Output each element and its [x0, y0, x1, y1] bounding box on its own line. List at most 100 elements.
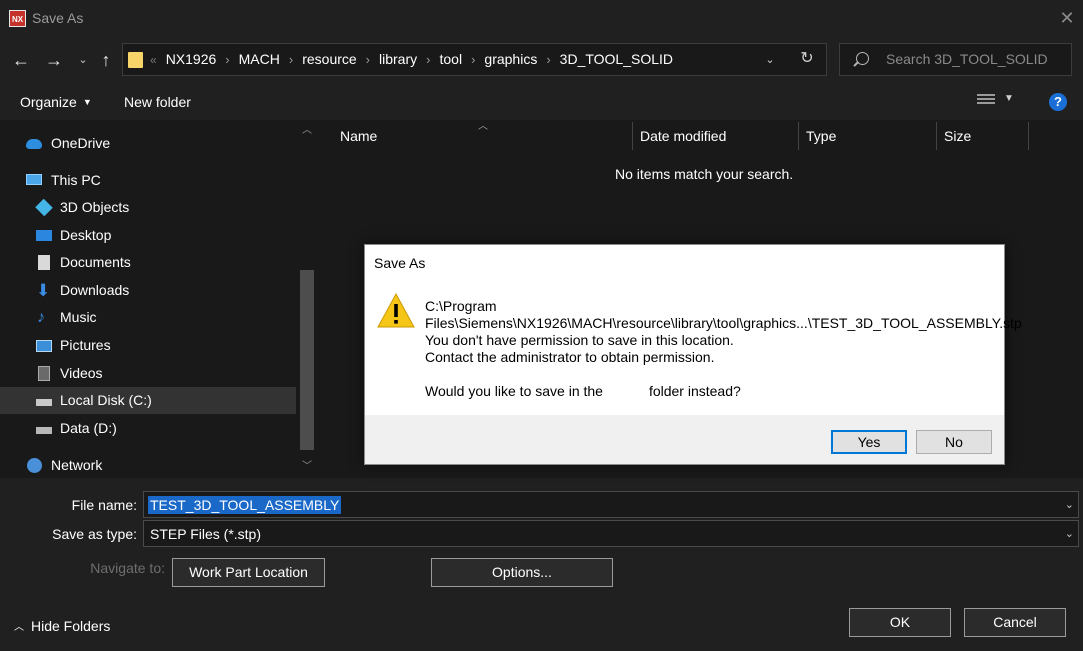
search-input[interactable]: Search 3D_TOOL_SOLID — [839, 43, 1072, 76]
breadcrumb-item[interactable]: library — [379, 51, 417, 67]
ok-button[interactable]: OK — [849, 608, 951, 637]
file-name-field[interactable]: TEST_3D_TOOL_ASSEMBLY ⌄ — [143, 491, 1079, 518]
cube-icon — [35, 198, 53, 217]
sidebar-item-local-disk-c[interactable]: Local Disk (C:) — [0, 387, 296, 414]
column-header-date-modified[interactable]: Date modified — [640, 126, 726, 146]
scroll-down-chevron-icon[interactable]: ﹀ — [300, 460, 314, 474]
disk-drive-icon — [36, 399, 52, 406]
breadcrumb-overflow-icon[interactable]: « — [150, 53, 157, 67]
dialog-footer: Yes No — [365, 415, 1004, 464]
chevron-down-icon[interactable]: ⌄ — [1065, 496, 1074, 514]
save-options-panel: File name: TEST_3D_TOOL_ASSEMBLY ⌄ Save … — [0, 478, 1083, 651]
column-header-name[interactable]: Name — [340, 126, 377, 146]
address-dropdown-chevron-icon[interactable]: ⌄ — [761, 48, 779, 72]
sidebar-item-this-pc[interactable]: This PC — [0, 167, 296, 194]
yes-button[interactable]: Yes — [831, 430, 907, 454]
sidebar-item-label: Desktop — [60, 227, 112, 243]
forward-arrow-icon[interactable]: → — [43, 48, 65, 72]
nx-app-icon: NX — [9, 10, 26, 27]
breadcrumb-item[interactable]: 3D_TOOL_SOLID — [560, 51, 673, 67]
sidebar-item-pictures[interactable]: Pictures — [0, 332, 296, 359]
folder-icon — [128, 52, 143, 68]
file-name-label: File name: — [71, 497, 137, 513]
column-divider[interactable] — [1028, 122, 1029, 150]
column-divider[interactable] — [936, 122, 937, 150]
up-arrow-icon[interactable]: ↑ — [95, 48, 117, 72]
question-line: Would you like to save in the folder inst… — [425, 383, 1000, 400]
cancel-button[interactable]: Cancel — [964, 608, 1066, 637]
document-icon — [38, 255, 50, 270]
sort-ascending-icon: ︿ — [478, 121, 488, 132]
scroll-up-chevron-icon[interactable]: ︿ — [300, 124, 314, 138]
breadcrumb-item[interactable]: tool — [439, 51, 462, 67]
sidebar-item-label: Music — [60, 309, 97, 325]
question-part: folder instead? — [648, 383, 741, 399]
desktop-icon — [36, 230, 52, 241]
sidebar-item-label: Network — [51, 457, 103, 473]
cloud-icon — [26, 139, 42, 149]
chevron-up-icon: ︿ — [14, 622, 24, 633]
breadcrumb-item[interactable]: NX1926 — [166, 51, 217, 67]
sidebar-scrollbar[interactable]: ︿ ﹀ — [297, 120, 318, 478]
path-line: C:\Program — [425, 298, 497, 314]
save-as-type-select[interactable]: STEP Files (*.stp) ⌄ — [143, 520, 1079, 547]
chevron-right-icon[interactable]: › — [225, 52, 229, 67]
close-icon[interactable]: ✕ — [1057, 7, 1077, 29]
help-icon[interactable]: ? — [1049, 93, 1067, 111]
breadcrumb-item[interactable]: graphics — [484, 51, 537, 67]
save-as-type-label: Save as type: — [52, 526, 137, 542]
new-folder-button[interactable]: New folder — [124, 92, 191, 112]
scrollbar-thumb[interactable] — [300, 270, 314, 450]
sidebar-item-videos[interactable]: Videos — [0, 360, 296, 387]
search-icon — [856, 52, 869, 65]
no-button[interactable]: No — [916, 430, 992, 454]
chevron-right-icon[interactable]: › — [366, 52, 370, 67]
column-divider[interactable] — [798, 122, 799, 150]
breadcrumb-item[interactable]: resource — [302, 51, 356, 67]
organize-label: Organize — [20, 94, 77, 110]
title-bar: NX Save As ✕ — [0, 0, 1083, 38]
back-arrow-icon[interactable]: ← — [10, 48, 32, 72]
column-divider[interactable] — [632, 122, 633, 150]
column-header-type[interactable]: Type — [806, 126, 836, 146]
path-line: Files\Siemens\NX1926\MACH\resource\libra… — [425, 315, 1022, 331]
empty-folder-message: No items match your search. — [615, 166, 794, 182]
chevron-right-icon[interactable]: › — [546, 52, 550, 67]
sidebar-item-3d-objects[interactable]: 3D Objects — [0, 194, 296, 221]
sidebar-item-label: Documents — [60, 254, 131, 270]
network-icon — [27, 458, 42, 473]
sidebar-item-documents[interactable]: Documents — [0, 249, 296, 276]
sidebar-item-desktop[interactable]: Desktop — [0, 222, 296, 249]
column-header-size[interactable]: Size — [944, 126, 971, 146]
sidebar-item-onedrive[interactable]: OneDrive — [0, 130, 296, 157]
navigate-to-label: Navigate to: — [90, 560, 165, 576]
sidebar-item-label: Downloads — [60, 282, 130, 298]
chevron-right-icon[interactable]: › — [426, 52, 430, 67]
sidebar-item-network[interactable]: Network — [0, 452, 296, 479]
chevron-down-icon[interactable]: ⌄ — [1065, 525, 1074, 543]
options-button[interactable]: Options... — [431, 558, 613, 587]
sidebar-item-data-d[interactable]: Data (D:) — [0, 415, 296, 442]
search-placeholder: Search 3D_TOOL_SOLID — [886, 51, 1048, 67]
save-as-type-value: STEP Files (*.stp) — [150, 526, 261, 542]
chevron-right-icon[interactable]: › — [471, 52, 475, 67]
computer-icon — [26, 174, 42, 185]
sidebar-item-music[interactable]: ♪ Music — [0, 304, 296, 331]
hide-folders-button[interactable]: ︿ Hide Folders — [14, 618, 110, 634]
work-part-location-button[interactable]: Work Part Location — [172, 558, 325, 587]
organize-button[interactable]: Organize ▼ — [20, 92, 92, 112]
music-note-icon: ♪ — [37, 309, 45, 326]
recent-locations-chevron-icon[interactable]: ⌄ — [72, 48, 94, 72]
permission-warning-dialog: Save As C:\Program Files\Siemens\NX1926\… — [364, 244, 1022, 465]
window-title: Save As — [32, 10, 84, 26]
refresh-icon[interactable]: ↻ — [797, 47, 817, 71]
video-icon — [38, 366, 50, 381]
sidebar-item-downloads[interactable]: ⬇ Downloads — [0, 277, 296, 304]
chevron-right-icon[interactable]: › — [289, 52, 293, 67]
address-bar[interactable]: « NX1926 › MACH › resource › library › tool › graph… — [122, 43, 827, 76]
disk-drive-icon — [36, 427, 52, 434]
caret-down-icon[interactable]: ▼ — [1004, 93, 1014, 104]
download-arrow-icon: ⬇ — [36, 281, 51, 300]
view-options-icon[interactable] — [977, 94, 995, 108]
breadcrumb-item[interactable]: MACH — [239, 51, 280, 67]
